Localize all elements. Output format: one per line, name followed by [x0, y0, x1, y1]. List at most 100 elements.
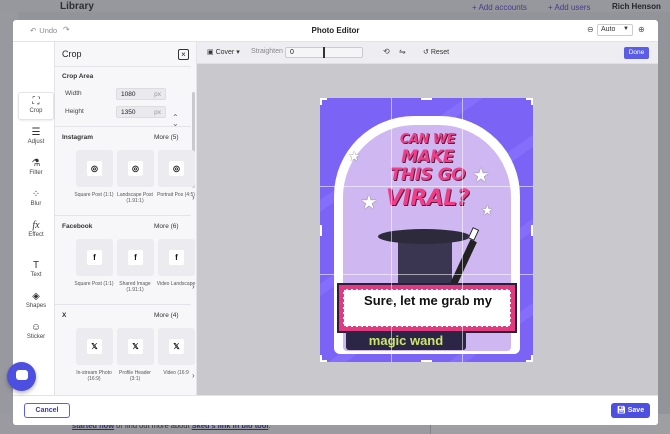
slider-thumb[interactable] — [323, 47, 325, 58]
height-value: 1350 — [121, 109, 136, 116]
crop-grid-line — [320, 274, 533, 275]
star-icon: ★ — [472, 165, 490, 187]
editor-header: ↶ Undo ↷ Photo Editor ⊖ Auto ▼ ⊕ — [13, 20, 658, 42]
shapes-icon: ◈ — [32, 291, 40, 302]
tool-blur[interactable]: ⁘ Blur — [18, 186, 54, 214]
facebook-heading: Facebook — [62, 223, 93, 230]
straighten-label: Straighten — [251, 48, 283, 55]
banner-line-2-box: magic wand — [346, 331, 466, 350]
preset-facebook-video[interactable]: f — [158, 239, 195, 276]
done-button[interactable]: Done — [624, 47, 649, 59]
height-label: Height — [65, 108, 84, 115]
straighten-slider[interactable]: 0 — [285, 47, 363, 58]
tool-shapes[interactable]: ◈ Shapes — [18, 288, 54, 316]
crop-grid-line — [391, 98, 392, 362]
chevron-right-icon[interactable]: › — [192, 193, 195, 202]
x-logo-icon: 𝕏 — [128, 339, 143, 354]
star-icon: ★ — [348, 148, 361, 164]
preset-x-header[interactable]: 𝕏 — [117, 328, 154, 365]
chevron-down-icon: ▼ — [623, 26, 629, 32]
instagram-more-button[interactable]: More (5) — [154, 134, 179, 141]
save-label: Save — [627, 407, 645, 414]
crop-handle-top-right[interactable] — [526, 98, 533, 105]
tool-crop[interactable]: ⛶ Crop — [18, 92, 54, 120]
preset-instagram-landscape[interactable]: ◎ — [117, 150, 154, 187]
editor-footer: Cancel 💾︎ Save — [13, 395, 658, 425]
cover-dropdown[interactable]: ▣ Cover ▾ — [207, 48, 240, 56]
chevron-right-icon[interactable]: › — [192, 282, 195, 291]
sticker-icon: ☺ — [30, 322, 42, 333]
instagram-icon: ◎ — [169, 161, 184, 176]
close-icon: × — [181, 50, 186, 59]
divider — [55, 126, 191, 127]
crop-handle-top-left[interactable] — [320, 98, 327, 105]
editor-canvas: CAN WE MAKE THIS GO VIRAL? ★ ★ ★ ★ Sure,… — [197, 64, 658, 395]
star-icon: ★ — [481, 202, 494, 218]
chat-icon — [16, 370, 28, 380]
flip-horizontal-icon[interactable]: ⇋ — [399, 47, 406, 56]
preset-label: In-stream Photo (16:9) — [76, 370, 112, 382]
crop-handle-left[interactable] — [320, 225, 322, 236]
chevron-down-icon: ▾ — [236, 49, 240, 56]
preset-facebook-square[interactable]: f — [76, 239, 113, 276]
divider — [55, 215, 191, 216]
tool-effect[interactable]: fx Effect — [18, 217, 54, 245]
facebook-more-button[interactable]: More (6) — [154, 223, 179, 230]
zoom-out-button[interactable]: ⊖ — [587, 25, 594, 34]
preset-label: Shared Image (1.91:1) — [119, 281, 151, 293]
divider — [55, 304, 191, 305]
tool-label: Sticker — [26, 334, 46, 340]
preset-instagram-square[interactable]: ◎ — [76, 150, 113, 187]
effect-icon: fx — [32, 220, 40, 231]
cancel-button[interactable]: Cancel — [24, 403, 70, 418]
height-input[interactable]: 1350 px — [116, 106, 166, 118]
tool-label: Adjust — [27, 139, 45, 145]
preset-instagram-portrait[interactable]: ◎ — [158, 150, 195, 187]
preset-label: Portrait Pos (4:5) — [157, 192, 195, 198]
instagram-heading: Instagram — [62, 134, 94, 141]
preset-x-video[interactable]: 𝕏 — [158, 328, 195, 365]
preset-label: Square Post (1:1) — [74, 281, 114, 287]
chat-widget-button[interactable] — [7, 362, 36, 391]
width-label: Width — [65, 90, 82, 97]
tool-adjust[interactable]: ☰ Adjust — [18, 124, 54, 152]
x-more-button[interactable]: More (4) — [154, 312, 179, 319]
editor-title: Photo Editor — [311, 26, 360, 35]
panel-title: Crop — [62, 49, 82, 59]
tool-label: Crop — [29, 108, 43, 114]
save-icon: 💾︎ — [616, 407, 626, 414]
tool-text[interactable]: T Text — [18, 257, 54, 285]
reset-icon: ↺ — [423, 49, 429, 56]
zoom-select[interactable]: Auto ▼ — [597, 24, 633, 36]
width-input[interactable]: 1080 px — [116, 88, 166, 100]
reset-button[interactable]: ↺ Reset — [423, 48, 449, 56]
crop-handle-top[interactable] — [421, 98, 432, 100]
crop-handle-bottom[interactable] — [421, 360, 432, 362]
zoom-in-button[interactable]: ⊕ — [638, 25, 645, 34]
crop-grid-line — [462, 98, 463, 362]
crop-handle-bottom-left[interactable] — [320, 355, 327, 362]
preset-label: Landscape Post (1.91:1) — [117, 192, 153, 204]
crop-grid-line — [320, 186, 533, 187]
banner-line-1: Sure, let me grab my — [364, 293, 492, 308]
straighten-value: 0 — [290, 49, 294, 56]
tool-sticker[interactable]: ☺ Sticker — [18, 319, 54, 347]
sliders-icon: ☰ — [31, 127, 41, 138]
crop-image[interactable]: CAN WE MAKE THIS GO VIRAL? ★ ★ ★ ★ Sure,… — [320, 98, 533, 362]
crop-area-heading: Crop Area — [62, 73, 94, 80]
preset-x-instream[interactable]: 𝕏 — [76, 328, 113, 365]
crop-icon: ⛶ — [32, 96, 40, 107]
crop-handle-bottom-right[interactable] — [526, 355, 533, 362]
tool-label: Blur — [30, 201, 42, 207]
rotate-icon[interactable]: ⟲ — [383, 47, 390, 56]
crop-handle-right[interactable] — [531, 225, 533, 236]
chevron-right-icon[interactable]: › — [192, 371, 195, 380]
tool-filter[interactable]: ⚗ Filter — [18, 155, 54, 183]
filter-icon: ⚗ — [31, 158, 41, 169]
save-button[interactable]: 💾︎ Save — [611, 403, 650, 418]
banner: Sure, let me grab my — [337, 283, 517, 333]
preset-facebook-shared[interactable]: f — [117, 239, 154, 276]
width-unit: px — [154, 91, 161, 98]
close-panel-button[interactable]: × — [178, 49, 189, 60]
text-icon: T — [32, 260, 40, 271]
